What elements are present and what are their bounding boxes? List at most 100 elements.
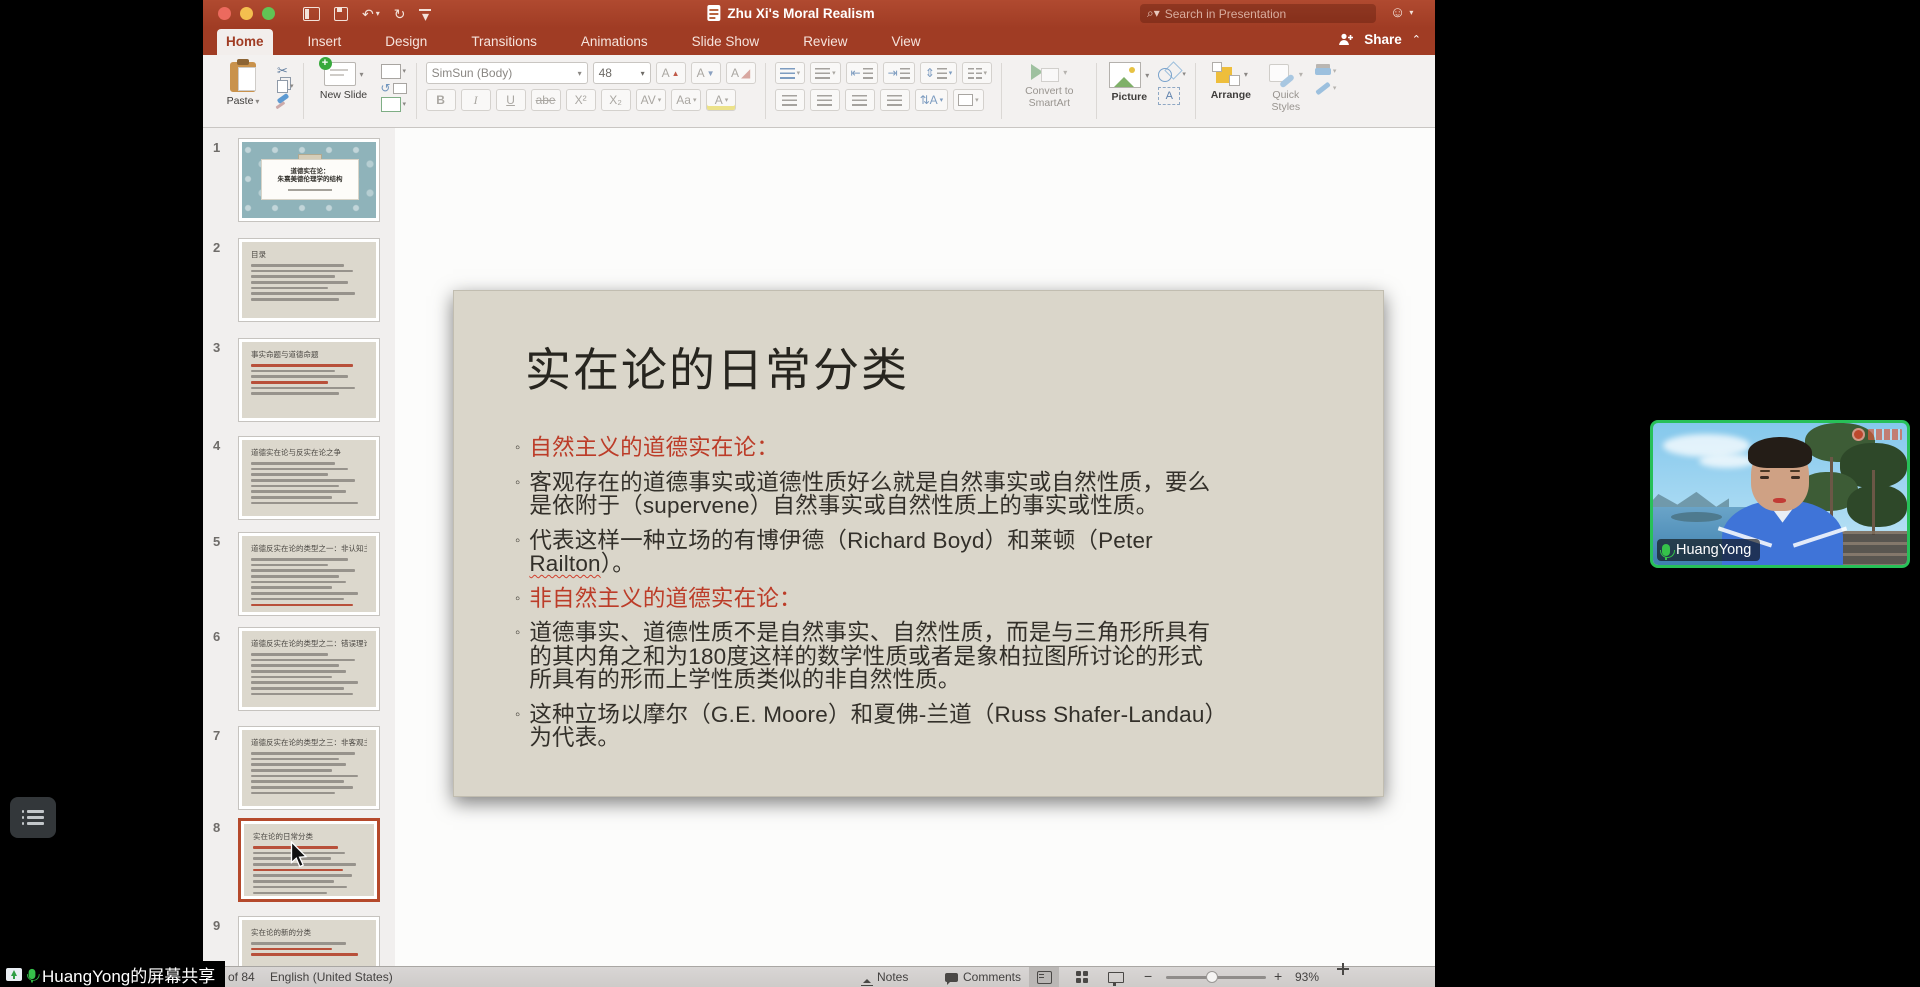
smartart-icon	[1031, 62, 1059, 82]
underline-button[interactable]: U	[496, 89, 526, 111]
undo-icon[interactable]: ↶▾	[362, 7, 380, 21]
slide-thumbnail-3[interactable]: 事实命题与道德命题	[238, 338, 380, 422]
current-slide[interactable]: 实在论的日常分类 ◦自然主义的道德实在论：◦客观存在的道德事实或道德性质好么就是…	[453, 290, 1384, 797]
tab-view[interactable]: View	[882, 29, 929, 55]
feedback-smiley-icon[interactable]: ☺▾	[1390, 4, 1413, 21]
slideshow-button[interactable]	[1101, 967, 1131, 987]
align-right-button[interactable]	[845, 89, 875, 111]
italic-button[interactable]: I	[461, 89, 491, 111]
slide-thumbnail-2[interactable]: 目录	[238, 238, 380, 322]
convert-smartart-button[interactable]: ▾ Convert to SmartArt	[1011, 62, 1087, 109]
participant-video-tile[interactable]: HuangYong	[1650, 420, 1910, 568]
save-icon[interactable]	[334, 7, 348, 21]
arrange-button[interactable]: ▾ Arrange	[1205, 62, 1257, 101]
normal-view-icon	[1037, 971, 1052, 984]
font-size-select[interactable]: 48▾	[593, 62, 651, 84]
slide-thumbnail-5[interactable]: 道德反实在论的类型之一：非认知主义	[238, 532, 380, 616]
zoom-in-button[interactable]: +	[1274, 968, 1282, 984]
reset-slide-button[interactable]: ↺	[381, 82, 407, 94]
zoom-slider[interactable]	[1166, 976, 1266, 979]
numbering-button[interactable]: ▾	[810, 62, 841, 84]
highlight-color-button[interactable]: A▾	[706, 89, 736, 111]
redo-icon[interactable]: ↻	[394, 7, 406, 21]
comments-button[interactable]: Comments	[945, 970, 1021, 984]
language-indicator[interactable]: English (United States)	[270, 970, 393, 984]
decrease-indent-button[interactable]: ⇤	[846, 62, 878, 84]
close-button[interactable]	[218, 7, 231, 20]
subscript-button[interactable]: X₂	[601, 89, 631, 111]
tab-home[interactable]: Home	[217, 29, 273, 55]
screen-share-icon	[6, 968, 22, 981]
tab-transitions[interactable]: Transitions	[462, 29, 546, 55]
tab-design[interactable]: Design	[376, 29, 436, 55]
clear-formatting-button[interactable]: A◢	[726, 62, 756, 84]
tab-insert[interactable]: Insert	[299, 29, 351, 55]
quick-styles-button[interactable]: ▾ Quick Styles	[1263, 62, 1309, 113]
minimize-button[interactable]	[240, 7, 253, 20]
text-direction-button[interactable]: ⇅A▾	[915, 89, 949, 111]
shape-outline-button[interactable]: ▾	[1315, 85, 1337, 92]
columns-button[interactable]: ▾	[962, 62, 992, 84]
slide-thumbnail-7[interactable]: 道德反实在论的类型之三：非客观主义	[238, 726, 380, 810]
increase-font-button[interactable]: A▲	[656, 62, 686, 84]
screen-share-banner[interactable]: HuangYong的屏幕共享	[0, 961, 225, 987]
zoom-out-button[interactable]: −	[1144, 968, 1152, 984]
share-button[interactable]: Share ⌃	[1338, 32, 1421, 47]
decrease-font-button[interactable]: A▼	[691, 62, 721, 84]
tab-slide-show[interactable]: Slide Show	[683, 29, 769, 55]
section-button[interactable]: ▾	[381, 97, 407, 112]
format-painter-button[interactable]	[277, 96, 294, 101]
notes-button[interactable]: Notes	[861, 970, 908, 987]
customize-toolbar-icon[interactable]: ▾	[419, 9, 431, 20]
text-box-button[interactable]: A	[1158, 87, 1186, 105]
line-spacing-button[interactable]: ⇕▾	[920, 62, 958, 84]
shapes-button[interactable]: ▾	[1158, 64, 1186, 84]
search-input[interactable]: ⌕▾ Search in Presentation	[1140, 4, 1376, 23]
zoom-slider-handle[interactable]	[1206, 971, 1218, 983]
copy-button[interactable]: ▾	[277, 80, 294, 93]
thumbnail-number: 9	[213, 918, 220, 933]
mouse-cursor	[290, 841, 310, 869]
picture-icon	[1109, 62, 1141, 88]
paste-button[interactable]: Paste▾	[215, 62, 271, 107]
strikethrough-button[interactable]: abe	[531, 89, 561, 111]
shape-fill-button[interactable]: ▾	[1315, 68, 1337, 75]
meeting-controls-widget[interactable]	[10, 797, 56, 838]
show-panel-icon[interactable]	[303, 7, 320, 21]
justify-button[interactable]	[880, 89, 910, 111]
slide-body-text: ◦自然主义的道德实在论：◦客观存在的道德事实或道德性质好么就是自然事实或自然性质…	[515, 436, 1325, 761]
align-center-button[interactable]	[810, 89, 840, 111]
slide-thumbnail-1[interactable]: 道德实在论：朱熹美德伦理学的结构	[238, 138, 380, 222]
bullet-item: ◦代表这样一种立场的有博伊德（Richard Boyd）和莱顿（PeterRai…	[515, 529, 1325, 576]
picture-button[interactable]: ▾ Picture	[1106, 62, 1152, 103]
superscript-button[interactable]: X²	[566, 89, 596, 111]
bold-button[interactable]: B	[426, 89, 456, 111]
slides-group: + ▾ New Slide ▾ ↺ ▾	[313, 55, 407, 127]
slide-thumbnail-9[interactable]: 实在论的新的分类	[238, 916, 380, 967]
thumbnail-number: 7	[213, 728, 220, 743]
cut-button[interactable]: ✂	[277, 64, 294, 77]
slide-thumbnail-4[interactable]: 道德实在论与反实在论之争	[238, 436, 380, 520]
slide-sorter-button[interactable]	[1067, 967, 1097, 987]
character-spacing-button[interactable]: AV▾	[636, 89, 667, 111]
tab-review[interactable]: Review	[794, 29, 856, 55]
normal-view-button[interactable]	[1029, 967, 1059, 987]
align-left-button[interactable]	[775, 89, 805, 111]
status-bar: 8 of 84 English (United States) Notes Co…	[203, 966, 1435, 987]
change-case-button[interactable]: Aa▾	[671, 89, 701, 111]
new-slide-button[interactable]: + ▾ New Slide	[313, 62, 375, 101]
increase-indent-button[interactable]: ⇥	[883, 62, 915, 84]
slide-layout-button[interactable]: ▾	[381, 64, 407, 79]
slide-thumbnail-6[interactable]: 道德反实在论的类型之二：错误理论	[238, 627, 380, 711]
paragraph-group: ▾ ▾ ⇤ ⇥ ⇕▾ ▾ ⇅A▾ ▾	[775, 55, 993, 127]
document-icon	[707, 5, 720, 21]
bullets-button[interactable]: ▾	[775, 62, 806, 84]
thumbnail-number: 3	[213, 340, 220, 355]
font-name-select[interactable]: SimSun (Body)▾	[426, 62, 588, 84]
collapse-ribbon-icon[interactable]: ⌃	[1412, 33, 1421, 46]
bullet-item: ◦客观存在的道德事实或道德性质好么就是自然事实或自然性质，要么是依附于（supe…	[515, 471, 1325, 518]
thumbnail-number: 8	[213, 820, 220, 835]
maximize-button[interactable]	[262, 7, 275, 20]
align-text-button[interactable]: ▾	[953, 89, 984, 111]
tab-animations[interactable]: Animations	[572, 29, 657, 55]
